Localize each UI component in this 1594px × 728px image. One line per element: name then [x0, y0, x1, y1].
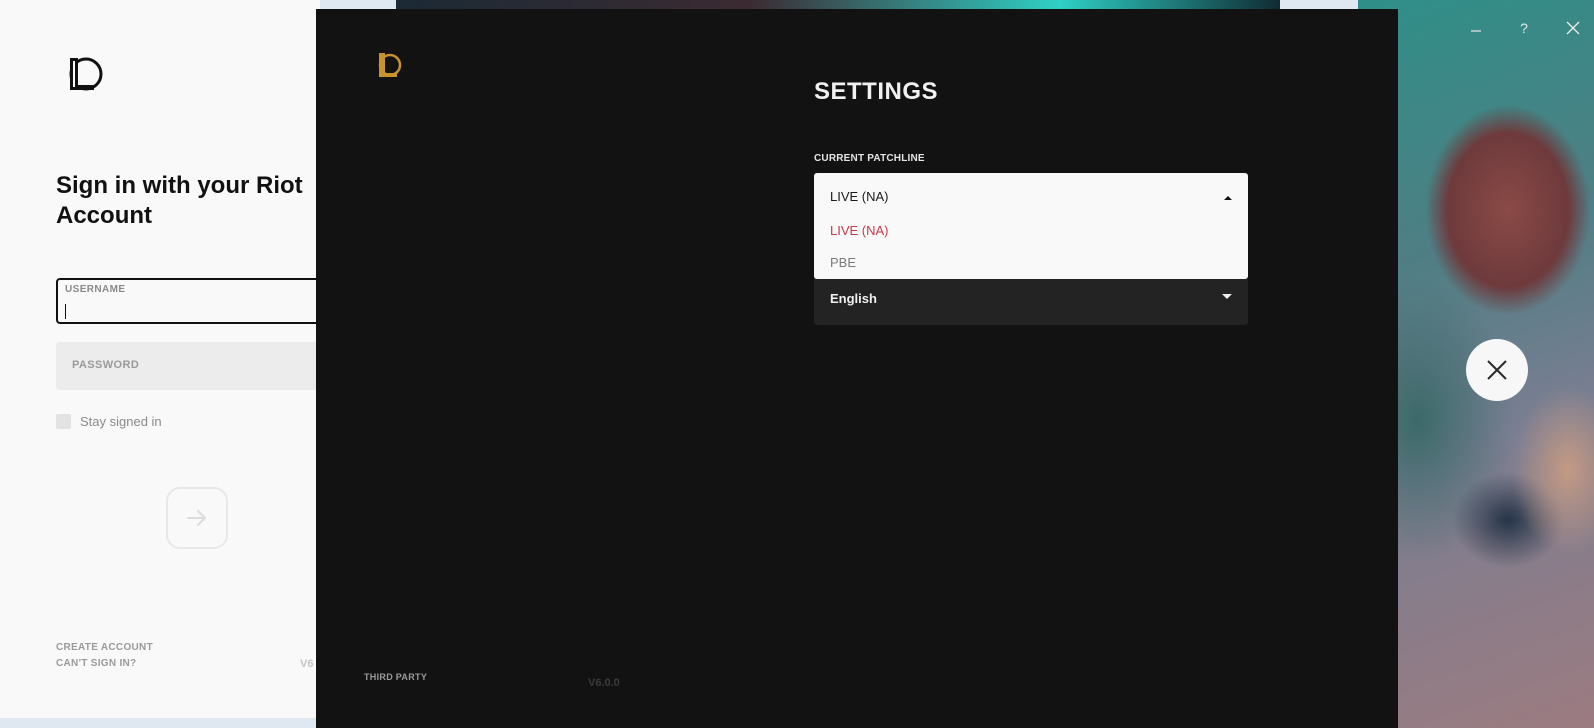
- cant-sign-in-link[interactable]: CAN'T SIGN IN?: [56, 658, 136, 669]
- text-cursor: [65, 304, 66, 319]
- minimize-icon: [1471, 30, 1481, 32]
- password-field[interactable]: PASSWORD: [56, 342, 326, 390]
- create-account-link[interactable]: CREATE ACCOUNT: [56, 642, 153, 653]
- stay-signed-in[interactable]: Stay signed in: [56, 414, 162, 429]
- stay-signed-in-checkbox[interactable]: [56, 414, 71, 429]
- stay-signed-in-label: Stay signed in: [80, 414, 162, 429]
- background-art-top: [396, 0, 1280, 9]
- chevron-down-icon: [1222, 294, 1232, 299]
- close-settings-button[interactable]: [1466, 339, 1528, 401]
- help-button[interactable]: ?: [1514, 18, 1534, 38]
- settings-panel: SETTINGS CURRENT PATCHLINE English LIVE …: [316, 9, 1398, 728]
- window-close-button[interactable]: [1563, 18, 1583, 38]
- username-field[interactable]: USERNAME: [56, 278, 326, 324]
- patchline-selected-value[interactable]: LIVE (NA): [830, 189, 889, 204]
- password-label: PASSWORD: [72, 359, 140, 371]
- league-logo-icon: [64, 54, 104, 94]
- patchline-option-pbe[interactable]: PBE: [830, 255, 856, 270]
- patchline-dropdown[interactable]: LIVE (NA) LIVE (NA) PBE: [814, 173, 1248, 279]
- language-value: English: [830, 291, 877, 306]
- sign-in-heading: Sign in with your Riot Account: [56, 172, 303, 229]
- close-icon: [1566, 21, 1580, 35]
- settings-title: SETTINGS: [814, 78, 939, 105]
- current-patchline-label: CURRENT PATCHLINE: [814, 153, 925, 164]
- arrow-right-icon: [187, 510, 206, 526]
- third-party-link[interactable]: THIRD PARTY: [364, 672, 427, 682]
- username-label: USERNAME: [65, 284, 126, 295]
- minimize-button[interactable]: [1466, 18, 1486, 38]
- chevron-up-icon: [1224, 196, 1232, 200]
- login-panel: Sign in with your Riot Account USERNAME …: [0, 0, 326, 718]
- close-icon: [1487, 360, 1507, 380]
- login-version-text: V6: [300, 658, 314, 670]
- league-logo-icon: [376, 50, 402, 80]
- sign-in-button[interactable]: [166, 487, 228, 549]
- patchline-option-live[interactable]: LIVE (NA): [830, 223, 889, 238]
- settings-version-text: V6.0.0: [588, 677, 620, 689]
